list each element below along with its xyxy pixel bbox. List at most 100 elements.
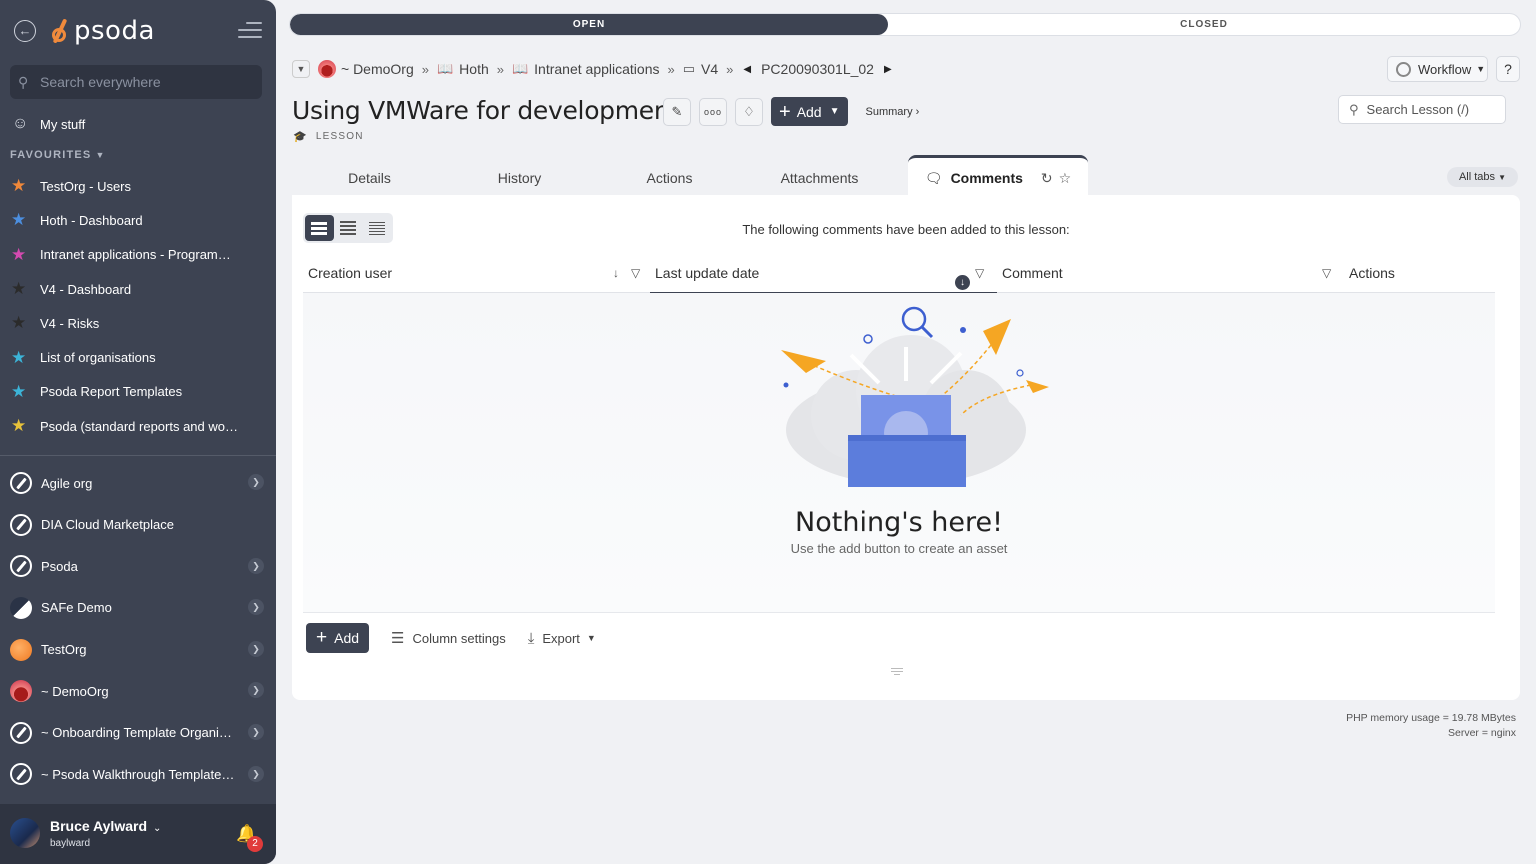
panel-resize-handle[interactable] xyxy=(891,668,903,677)
global-search-input[interactable] xyxy=(40,74,240,90)
user-login: baylward xyxy=(50,838,91,849)
chevron-down-icon: ▼ xyxy=(829,106,840,117)
organisation-label: ~ Psoda Walkthrough Template P... xyxy=(41,766,237,782)
help-button[interactable]: ? xyxy=(1496,56,1520,82)
organisation-item[interactable]: Agile org ❯ xyxy=(0,462,276,504)
add-label: Add xyxy=(796,103,822,120)
star-icon[interactable]: ☆ xyxy=(1059,170,1072,186)
tag-icon: ♢ xyxy=(743,103,755,119)
favourite-item[interactable]: ★ TestOrg - Users xyxy=(0,169,276,203)
tab-details[interactable]: Details xyxy=(322,155,417,195)
status-closed[interactable]: CLOSED xyxy=(888,14,1520,35)
breadcrumb-item-v4[interactable]: V4 xyxy=(701,61,718,77)
favourite-item[interactable]: ★ List of organisations xyxy=(0,340,276,374)
workflow-button[interactable]: Workflow ▼ xyxy=(1387,56,1488,82)
next-item-icon[interactable]: ▶ xyxy=(884,64,892,75)
logo-mark-icon xyxy=(50,16,72,46)
pencil-icon: ✎ xyxy=(671,103,683,119)
tag-button[interactable]: ♢ xyxy=(735,97,763,126)
edit-button[interactable]: ✎ xyxy=(663,97,691,126)
add-comment-button[interactable]: + Add xyxy=(306,623,370,653)
organisation-item[interactable]: SAFe Demo ❯ xyxy=(0,587,276,629)
favourites-header[interactable]: FAVOURITES ▼ xyxy=(0,141,276,169)
project-icon: ▭ xyxy=(682,61,696,76)
breadcrumb-dropdown-icon[interactable]: ▼ xyxy=(292,60,310,78)
organisation-icon xyxy=(10,680,32,703)
psoda-logo[interactable]: psoda xyxy=(50,14,155,48)
favourite-item[interactable]: ★ V4 - Risks xyxy=(0,306,276,340)
my-stuff-link[interactable]: ☺ My stuff xyxy=(0,107,276,141)
ellipsis-icon: ooo xyxy=(703,106,723,117)
server-name: Server = nginx xyxy=(1448,727,1516,739)
favourite-item[interactable]: ★ Hoth - Dashboard xyxy=(0,203,276,237)
filter-icon[interactable]: ▽ xyxy=(1322,257,1331,289)
organisation-item[interactable]: Psoda ❯ xyxy=(0,546,276,588)
chevron-right-icon[interactable]: ❯ xyxy=(248,474,264,491)
avatar[interactable] xyxy=(10,818,40,848)
star-icon: ★ xyxy=(11,279,27,299)
tab-history[interactable]: History xyxy=(472,155,567,195)
favourite-item[interactable]: ★ Intranet applications - Programme... xyxy=(0,238,276,272)
add-button[interactable]: + Add ▼ xyxy=(771,97,848,126)
organisation-label: Psoda xyxy=(41,558,78,574)
workflow-icon xyxy=(1396,61,1411,77)
export-label: Export xyxy=(542,630,580,646)
logo-text: psoda xyxy=(74,16,155,46)
filter-icon[interactable]: ▽ xyxy=(631,257,640,289)
column-comment[interactable]: Comment ▽ xyxy=(1002,257,1342,293)
status-bar: OPEN CLOSED xyxy=(289,13,1521,36)
collapse-sidebar-icon[interactable] xyxy=(238,22,262,40)
search-icon: ⚲ xyxy=(1349,101,1359,117)
workflow-label: Workflow xyxy=(1418,61,1472,77)
chevron-right-icon[interactable]: ❯ xyxy=(248,765,264,782)
chevron-right-icon[interactable]: ❯ xyxy=(248,682,264,699)
empty-state-title: Nothing's here! xyxy=(795,507,1003,538)
organisation-icon xyxy=(10,596,32,619)
organisation-item[interactable]: ~ Onboarding Template Organisa... ❯ xyxy=(0,712,276,754)
chevron-right-icon[interactable]: ❯ xyxy=(248,557,264,574)
refresh-icon[interactable]: ↻ xyxy=(1041,170,1053,186)
favourite-item[interactable]: ★ V4 - Dashboard xyxy=(0,272,276,306)
status-open[interactable]: OPEN xyxy=(290,14,888,35)
breadcrumb-item-demoorg[interactable]: ~ DemoOrg xyxy=(341,61,414,77)
organisation-item[interactable]: ~ DemoOrg ❯ xyxy=(0,670,276,712)
table-footer-toolbar: + Add ☰ Column settings ⤓ Export ▼ xyxy=(306,623,596,653)
chevron-right-icon[interactable]: ❯ xyxy=(248,640,264,657)
empty-state-subtitle: Use the add button to create an asset xyxy=(790,541,1008,556)
back-button[interactable]: ← xyxy=(14,20,36,42)
filter-icon[interactable]: ▽ xyxy=(975,257,984,289)
tab-actions[interactable]: Actions xyxy=(622,155,717,195)
star-icon: ★ xyxy=(11,416,27,436)
chevron-right-icon[interactable]: ❯ xyxy=(248,723,264,740)
organisation-item[interactable]: TestOrg ❯ xyxy=(0,629,276,671)
summary-link[interactable]: Summary › xyxy=(866,106,920,118)
sort-icon[interactable]: ↓ xyxy=(613,257,619,289)
user-panel[interactable]: Bruce Aylward ⌄ baylward 🔔 2 xyxy=(0,804,276,864)
favourite-item[interactable]: ★ Psoda (standard reports and work... xyxy=(0,409,276,443)
organisation-label: TestOrg xyxy=(41,642,87,658)
column-creation-user[interactable]: Creation user ↓ ▽ xyxy=(308,257,648,293)
search-lesson-input[interactable] xyxy=(1366,102,1497,117)
export-button[interactable]: ⤓ Export ▼ xyxy=(528,630,596,647)
breadcrumb-item-intranet[interactable]: Intranet applications xyxy=(534,61,659,77)
memory-usage: PHP memory usage = 19.78 MBytes xyxy=(1346,712,1516,724)
favourite-label: Hoth - Dashboard xyxy=(40,212,143,228)
favourite-item[interactable]: ★ Psoda Report Templates xyxy=(0,375,276,409)
user-name[interactable]: Bruce Aylward ⌄ xyxy=(50,818,161,834)
chevron-right-icon[interactable]: ❯ xyxy=(248,599,264,616)
more-button[interactable]: ooo xyxy=(699,97,727,126)
tab-attachments[interactable]: Attachments xyxy=(762,155,877,195)
breadcrumb-item-hoth[interactable]: Hoth xyxy=(459,61,489,77)
column-last-update-date[interactable]: Last update date ↓ ▽ xyxy=(650,257,997,293)
previous-item-icon[interactable]: ◀ xyxy=(743,64,751,75)
organisation-item[interactable]: DIA Cloud Marketplace xyxy=(0,504,276,546)
table-header: Creation user ↓ ▽ Last update date ↓ ▽ C… xyxy=(303,257,1495,293)
tab-comments[interactable]: 🗨 Comments ↻ ☆ xyxy=(908,155,1088,195)
favourite-label: List of organisations xyxy=(40,350,156,366)
organisation-item[interactable]: ~ Psoda Walkthrough Template P... ❯ xyxy=(0,754,276,796)
all-tabs-button[interactable]: All tabs ▼ xyxy=(1446,167,1518,187)
column-settings-button[interactable]: ☰ Column settings xyxy=(391,629,506,647)
notification-count-badge: 2 xyxy=(247,836,263,852)
global-search: ⚲ xyxy=(10,65,262,99)
organisations-list: Agile org ❯ DIA Cloud Marketplace Psoda ❯ SAF… xyxy=(0,462,276,795)
